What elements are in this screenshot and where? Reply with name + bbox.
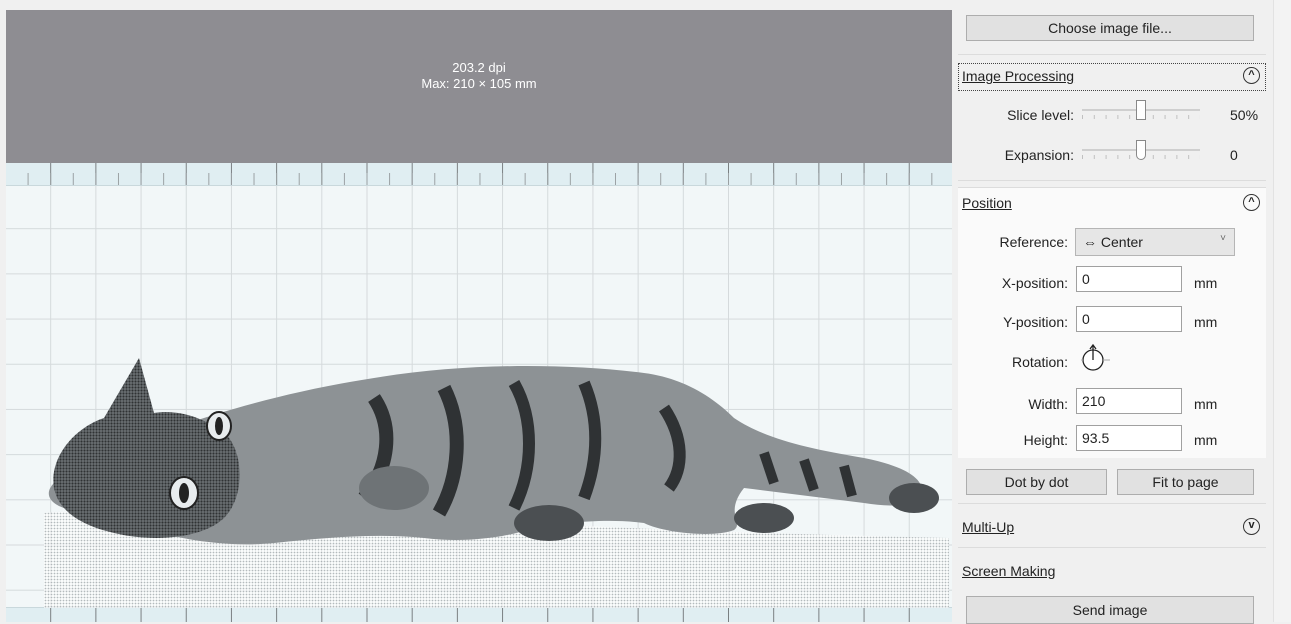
slice-level-slider[interactable]	[1082, 100, 1200, 120]
width-label: Width:	[1028, 396, 1068, 412]
y-unit: mm	[1194, 314, 1218, 330]
image-preview-area: 203.2 dpi Max: 210 × 105 mm	[0, 0, 955, 622]
print-canvas[interactable]	[6, 163, 952, 622]
cat-image[interactable]	[44, 338, 949, 608]
scrollbar[interactable]	[1273, 0, 1291, 622]
bottom-ruler	[6, 607, 952, 622]
preview-info-bar: 203.2 dpi Max: 210 × 105 mm	[6, 10, 952, 163]
rotation-label: Rotation:	[1011, 354, 1068, 370]
fit-to-page-button[interactable]: Fit to page	[1117, 469, 1254, 495]
width-unit: mm	[1194, 396, 1218, 412]
chevron-up-icon[interactable]: ^	[1243, 67, 1260, 84]
slider-thumb[interactable]	[1136, 140, 1146, 160]
x-position-input[interactable]	[1076, 266, 1182, 292]
slice-level-value: 50%	[1230, 107, 1259, 123]
y-position-label: Y-position:	[1003, 314, 1068, 330]
reference-select[interactable]: ⇔ Center ˅	[1075, 228, 1235, 256]
position-title: Position	[962, 195, 1012, 211]
screen-making-title: Screen Making	[962, 563, 1056, 579]
chevron-up-icon[interactable]: ^	[1243, 194, 1260, 211]
chevron-down-icon[interactable]: v	[1243, 518, 1260, 535]
multi-up-header[interactable]: Multi-Up v	[958, 514, 1266, 542]
screen-making-header[interactable]: Screen Making	[958, 558, 1266, 586]
y-position-input[interactable]	[1076, 306, 1182, 332]
height-unit: mm	[1194, 432, 1218, 448]
reference-value: ⇔ Center	[1083, 234, 1143, 250]
position-header[interactable]: Position ^	[958, 190, 1266, 218]
dot-by-dot-button[interactable]: Dot by dot	[966, 469, 1107, 495]
expansion-value: 0	[1230, 147, 1238, 163]
height-input[interactable]	[1076, 425, 1182, 451]
width-input[interactable]	[1076, 388, 1182, 414]
slice-level-label: Slice level:	[1007, 107, 1074, 123]
reference-label: Reference:	[999, 234, 1068, 250]
slider-thumb[interactable]	[1136, 100, 1146, 120]
expansion-label: Expansion:	[1004, 147, 1074, 163]
expansion-slider[interactable]	[1082, 140, 1200, 160]
max-size-label: Max: 210 × 105 mm	[421, 76, 537, 91]
x-position-label: X-position:	[1001, 275, 1068, 291]
multi-up-title: Multi-Up	[962, 519, 1015, 535]
top-ruler	[6, 163, 952, 186]
height-label: Height:	[1023, 432, 1068, 448]
image-processing-title: Image Processing	[962, 68, 1075, 84]
image-processing-header[interactable]: Image Processing ^	[958, 63, 1266, 91]
chevron-down-icon: ˅	[1220, 233, 1226, 244]
rotation-dial-icon[interactable]	[1076, 342, 1116, 376]
dpi-label: 203.2 dpi	[452, 60, 506, 75]
x-unit: mm	[1194, 275, 1218, 291]
choose-image-file-button[interactable]: Choose image file...	[966, 15, 1254, 41]
send-image-button[interactable]: Send image	[966, 596, 1254, 624]
